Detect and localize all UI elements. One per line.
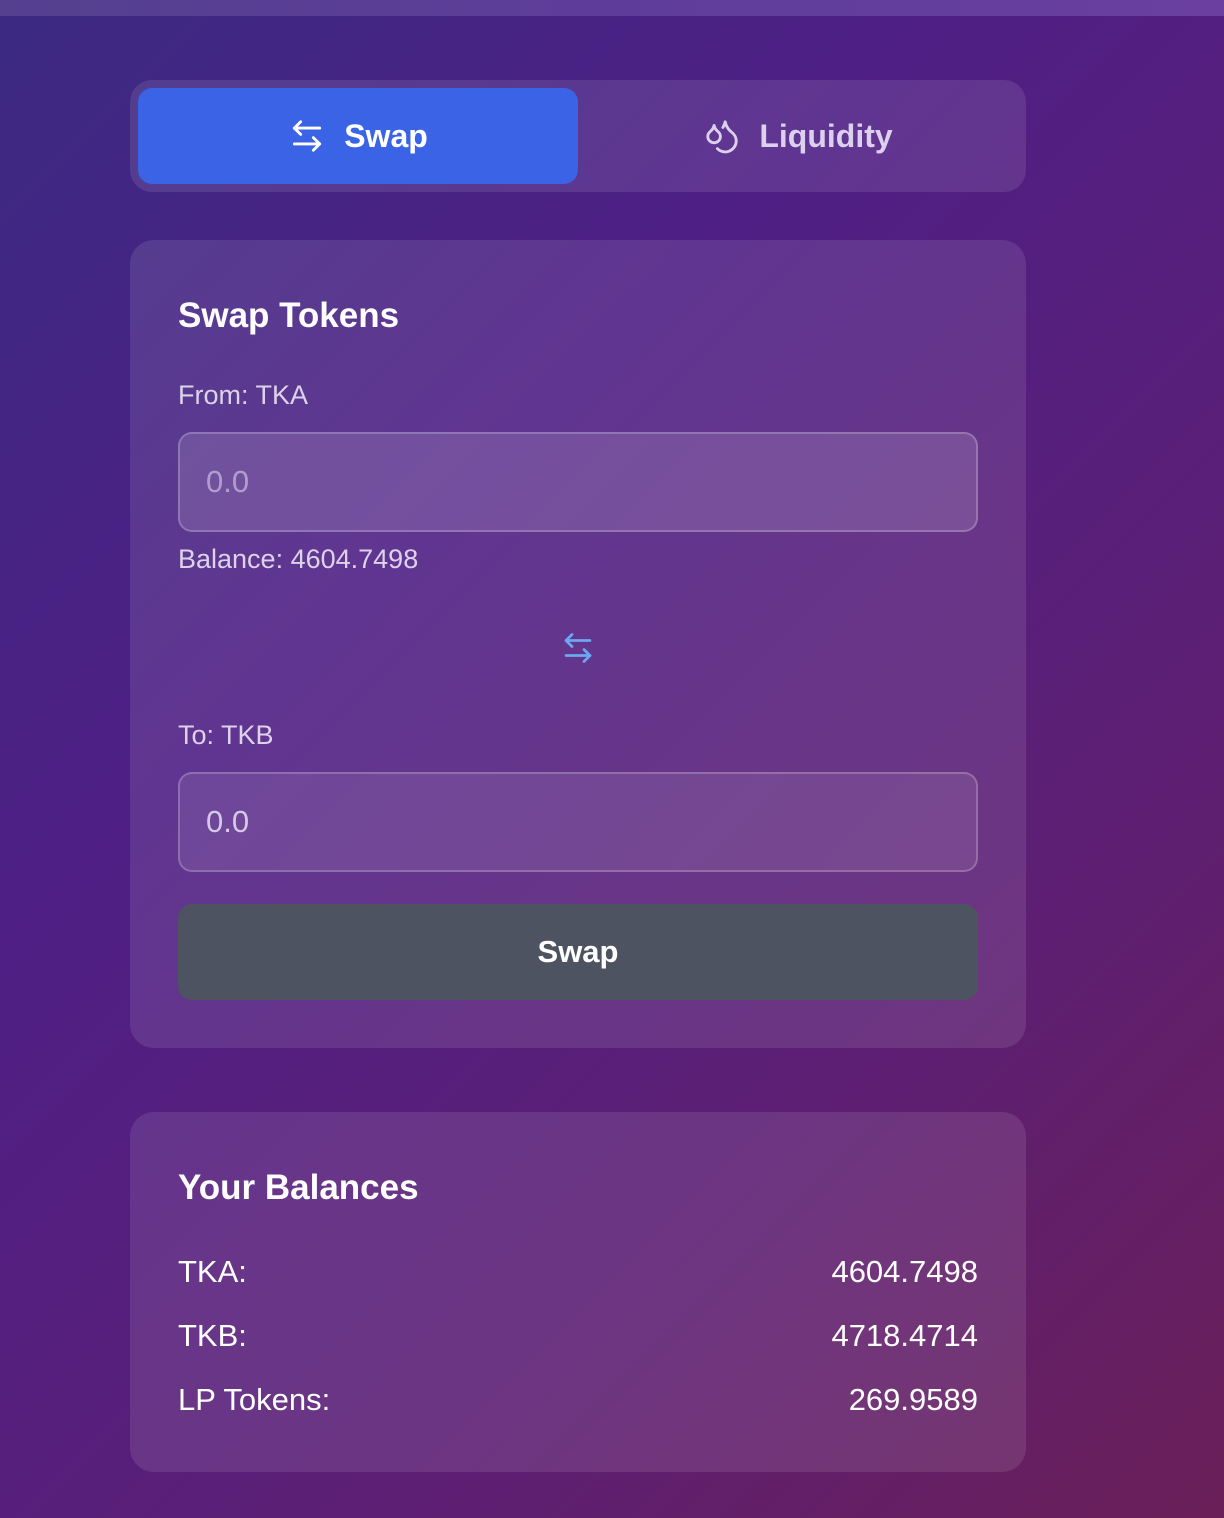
tab-swap-label: Swap: [344, 117, 428, 154]
swap-button[interactable]: Swap: [178, 904, 978, 1000]
to-amount-input[interactable]: [178, 772, 978, 872]
swap-direction-icon: [564, 633, 592, 663]
balances-title: Your Balances: [178, 1168, 419, 1207]
tab-liquidity-label: Liquidity: [759, 117, 893, 154]
from-balance: Balance: 4604.7498: [178, 544, 419, 574]
tab-bar: Swap Liquidity: [130, 80, 1026, 192]
balance-value: 4604.7498: [831, 1254, 978, 1289]
tab-liquidity[interactable]: Liquidity: [578, 88, 1018, 184]
balance-row-tkb: TKB: 4718.4714: [178, 1318, 978, 1354]
to-label: To: TKB: [178, 720, 274, 750]
balance-value: 4718.4714: [831, 1318, 978, 1353]
from-label: From: TKA: [178, 380, 309, 410]
from-amount-input[interactable]: [178, 432, 978, 532]
swap-card-title: Swap Tokens: [178, 296, 400, 335]
balance-row-lp: LP Tokens: 269.9589: [178, 1382, 978, 1418]
top-bar: [0, 0, 1224, 16]
balance-row-tka: TKA: 4604.7498: [178, 1254, 978, 1290]
balances-card: Your Balances TKA: 4604.7498 TKB: 4718.4…: [130, 1112, 1026, 1472]
swap-direction-button[interactable]: [558, 628, 598, 668]
swap-tokens-card: Swap Tokens From: TKA Balance: 4604.7498…: [130, 240, 1026, 1048]
droplets-icon: [706, 120, 739, 154]
balance-label: LP Tokens:: [178, 1382, 331, 1417]
swap-arrows-icon: [293, 120, 322, 152]
balance-label: TKB:: [178, 1318, 247, 1353]
balance-label: TKA:: [178, 1254, 247, 1289]
balance-value: 269.9589: [848, 1382, 978, 1417]
tab-swap[interactable]: Swap: [138, 88, 578, 184]
